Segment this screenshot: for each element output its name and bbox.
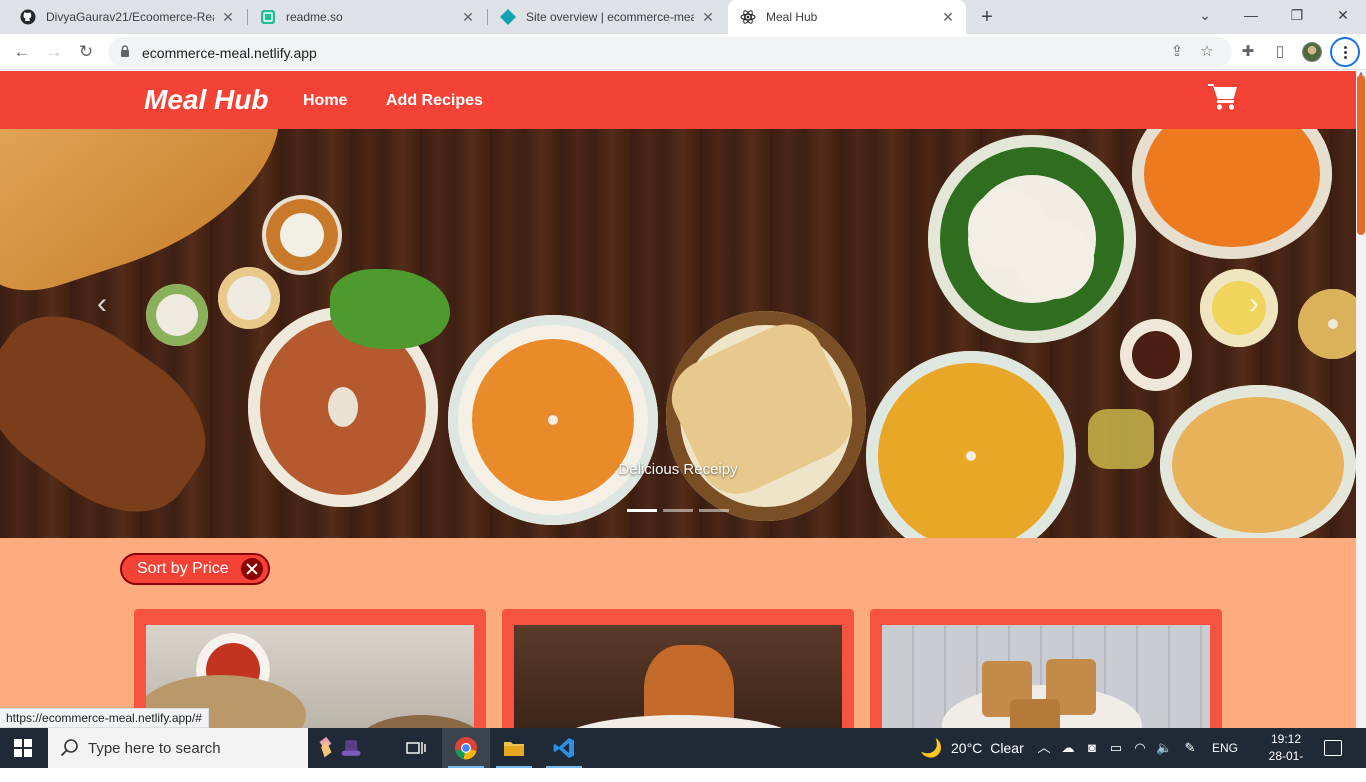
tab-title: Site overview | ecommerce-meal <box>526 10 694 24</box>
carousel-caption: Delicious Receipy <box>618 461 738 478</box>
side-panel-icon[interactable]: ▯ <box>1270 42 1290 62</box>
windows-start-icon[interactable] <box>14 739 32 757</box>
profile-avatar[interactable] <box>1302 42 1322 62</box>
nav-add-recipes-link[interactable]: Add Recipes <box>386 92 483 110</box>
carousel-indicator-2[interactable] <box>663 509 693 512</box>
carousel-indicator-3[interactable] <box>699 509 729 512</box>
tab-title: DivyaGaurav21/Ecoomerce-React <box>46 10 214 24</box>
react-icon <box>740 9 756 25</box>
close-icon[interactable]: ✕ <box>700 9 716 25</box>
vscode-icon[interactable] <box>540 728 588 768</box>
task-view-icon[interactable] <box>392 728 440 768</box>
close-icon[interactable]: ✕ <box>220 9 236 25</box>
product-card-image <box>514 625 842 728</box>
netlify-icon <box>500 9 516 25</box>
language-indicator[interactable]: ENG <box>1212 728 1238 768</box>
weather-moon-icon[interactable]: 🌙 <box>920 737 942 759</box>
browser-tab-strip: DivyaGaurav21/Ecoomerce-React ✕ readme.s… <box>0 0 1366 34</box>
chevron-up-icon[interactable]: ︿ <box>1036 740 1052 756</box>
cloud-sync-icon[interactable]: ☁ <box>1060 740 1076 756</box>
volume-icon[interactable]: 🔈 <box>1156 740 1172 756</box>
sort-label: Sort by Price <box>137 560 229 577</box>
close-window-button[interactable]: ✕ <box>1320 0 1366 30</box>
file-explorer-icon[interactable] <box>490 728 538 768</box>
battery-icon[interactable]: ▭ <box>1108 740 1124 756</box>
hero-carousel: ‹ › Delicious Receipy <box>0 129 1356 538</box>
tab-title: Meal Hub <box>766 10 818 24</box>
back-button[interactable]: ← <box>10 40 34 64</box>
clock-date: 28-01-2023 <box>1268 749 1304 780</box>
carousel-prev-arrow[interactable]: ‹ <box>92 289 112 319</box>
clock-time: 19:12 <box>1270 732 1302 746</box>
search-icon <box>60 739 78 757</box>
carousel-indicators <box>627 509 729 512</box>
notification-center-icon[interactable] <box>1324 740 1342 756</box>
taskbar-clock[interactable]: 19:12 28-01-2023 <box>1256 731 1316 782</box>
chrome-menu-button[interactable] <box>1330 37 1360 67</box>
address-bar: ← → ↻ ecommerce-meal.netlify.app ⇪ ☆ ✚ ▯ <box>0 34 1366 70</box>
camera-icon[interactable]: ◙ <box>1084 740 1100 756</box>
cart-icon[interactable] <box>1208 83 1238 111</box>
bookmark-star-icon[interactable]: ☆ <box>1198 43 1216 61</box>
tab-readme[interactable]: readme.so ✕ <box>248 0 486 34</box>
weather-widget[interactable]: 20°C Clear <box>951 728 1024 768</box>
minimize-button[interactable]: — <box>1228 0 1274 30</box>
close-icon[interactable]: ✕ <box>460 9 476 25</box>
carousel-next-arrow[interactable]: › <box>1244 289 1264 319</box>
tab-search-icon[interactable]: ⌄ <box>1182 0 1228 30</box>
url-text: ecommerce-meal.netlify.app <box>142 45 317 61</box>
forward-button[interactable]: → <box>42 40 66 64</box>
tab-github[interactable]: DivyaGaurav21/Ecoomerce-React ✕ <box>8 0 246 34</box>
windows-taskbar: Type here to search 🌙 20°C Clear ︿ ☁ ◙ ▭… <box>0 728 1366 780</box>
page-scrollbar[interactable]: ▲ <box>1356 71 1366 728</box>
readme-icon <box>260 9 276 25</box>
reload-button[interactable]: ↻ <box>74 40 98 64</box>
carousel-indicator-1[interactable] <box>627 509 657 512</box>
site-navbar: Meal Hub Home Add Recipes <box>0 71 1356 129</box>
weather-text: Clear <box>990 740 1024 756</box>
extensions-puzzle-icon[interactable]: ✚ <box>1238 42 1258 62</box>
page-viewport: Meal Hub Home Add Recipes ‹ › Delicious … <box>0 71 1356 728</box>
tab-netlify[interactable]: Site overview | ecommerce-meal ✕ <box>488 0 726 34</box>
product-card-image <box>882 625 1210 728</box>
tab-title: readme.so <box>286 10 343 24</box>
search-highlight-icon[interactable] <box>316 728 364 768</box>
scrollbar-thumb[interactable] <box>1357 75 1365 235</box>
restore-button[interactable]: ❐ <box>1274 0 1320 30</box>
chrome-taskbar-icon[interactable] <box>442 728 490 768</box>
new-tab-button[interactable]: + <box>976 6 998 28</box>
status-bar-link: https://ecommerce-meal.netlify.app/# <box>0 708 209 728</box>
close-icon[interactable]: ✕ <box>940 9 956 25</box>
github-icon <box>20 9 36 25</box>
search-placeholder: Type here to search <box>88 739 221 757</box>
pen-icon[interactable]: ✎ <box>1182 740 1198 756</box>
lock-icon[interactable] <box>120 45 130 57</box>
nav-home-link[interactable]: Home <box>303 92 347 110</box>
tab-meal-hub[interactable]: Meal Hub ✕ <box>728 0 966 34</box>
taskbar-search-box[interactable]: Type here to search <box>48 728 308 768</box>
share-icon[interactable]: ⇪ <box>1168 43 1186 61</box>
omnibox[interactable]: ecommerce-meal.netlify.app ⇪ ☆ <box>108 37 1232 67</box>
clear-sort-icon[interactable] <box>241 558 263 580</box>
wifi-icon[interactable]: ◠ <box>1132 740 1148 756</box>
weather-temp: 20°C <box>951 740 983 756</box>
site-brand[interactable]: Meal Hub <box>144 84 268 116</box>
sort-by-price-button[interactable]: Sort by Price <box>120 553 270 585</box>
